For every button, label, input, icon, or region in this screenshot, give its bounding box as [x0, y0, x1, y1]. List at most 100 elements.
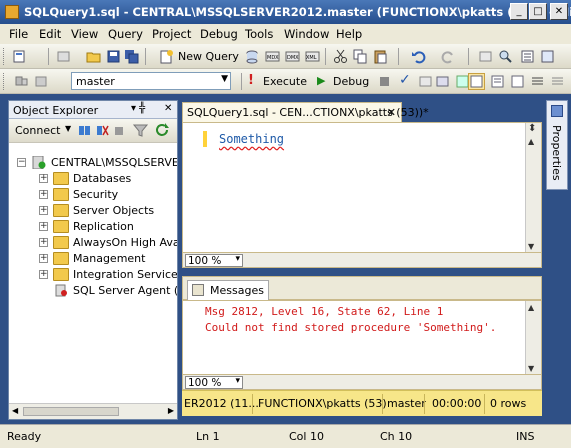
open-folder-icon[interactable]: [86, 49, 101, 64]
expand-toggle[interactable]: +: [39, 174, 48, 183]
collapse-toggle[interactable]: −: [17, 158, 26, 167]
execute-button[interactable]: Execute: [263, 75, 307, 88]
database-select-value: master: [76, 75, 115, 88]
messages-pane[interactable]: Msg 2812, Level 16, State 62, Line 1 Cou…: [182, 300, 542, 376]
mdx-query-icon[interactable]: MDX: [265, 49, 280, 64]
connect-icon[interactable]: [14, 74, 29, 89]
close-button[interactable]: ✕: [550, 3, 568, 20]
expand-toggle[interactable]: +: [39, 254, 48, 263]
tab-sqlquery1[interactable]: SQLQuery1.sql - CEN...CTIONX\pkatts (53)…: [182, 102, 429, 122]
minimize-button[interactable]: _: [510, 3, 528, 20]
find-icon[interactable]: [498, 49, 513, 64]
display-plan-icon[interactable]: [418, 74, 433, 89]
expand-toggle[interactable]: +: [39, 222, 48, 231]
messages-vertical-scrollbar[interactable]: ▲ ▼: [525, 301, 541, 375]
copy-icon[interactable]: [353, 49, 368, 64]
new-query-button[interactable]: New Query: [178, 50, 239, 63]
scroll-down-icon[interactable]: ▼: [528, 242, 534, 251]
debug-play-icon[interactable]: ▶: [317, 74, 325, 87]
properties-side-tab[interactable]: Properties: [546, 100, 568, 190]
object-explorer-icon[interactable]: [540, 49, 555, 64]
scroll-left-icon[interactable]: ◀: [12, 406, 18, 415]
expand-toggle[interactable]: +: [39, 206, 48, 215]
expand-toggle[interactable]: +: [39, 238, 48, 247]
new-query-icon[interactable]: [159, 49, 174, 64]
scroll-up-icon[interactable]: ▲: [528, 303, 534, 312]
dmx-query-icon[interactable]: DMX: [285, 49, 300, 64]
scroll-up-icon[interactable]: ▲: [528, 137, 534, 146]
scroll-down-icon[interactable]: ▼: [528, 364, 534, 373]
change-connection-icon[interactable]: [34, 74, 49, 89]
scrollbar-thumb[interactable]: [23, 407, 119, 416]
connect-server-icon[interactable]: [77, 123, 92, 138]
save-icon[interactable]: [106, 49, 121, 64]
panel-close-icon[interactable]: ✕: [164, 103, 172, 114]
menu-tools[interactable]: Tools: [245, 27, 273, 41]
chevron-down-icon[interactable]: ▼: [65, 124, 71, 133]
properties-window-icon[interactable]: [520, 49, 535, 64]
new-project-icon[interactable]: [12, 49, 27, 64]
menu-help[interactable]: Help: [336, 27, 362, 41]
navigate-back-icon[interactable]: [478, 49, 493, 64]
xmla-query-icon[interactable]: XML: [305, 49, 320, 64]
menu-window[interactable]: Window: [284, 27, 329, 41]
stop-icon[interactable]: [115, 127, 123, 135]
cut-icon[interactable]: [333, 49, 348, 64]
menu-file[interactable]: File: [9, 27, 28, 41]
editor-zoom-select[interactable]: 100 %: [185, 254, 243, 267]
execute-icon[interactable]: !: [248, 73, 254, 88]
filter-icon[interactable]: [133, 123, 148, 138]
debug-button[interactable]: Debug: [333, 75, 369, 88]
menu-query[interactable]: Query: [108, 27, 143, 41]
parse-check-icon[interactable]: ✓: [399, 72, 411, 88]
comment-icon[interactable]: [530, 74, 545, 89]
save-all-icon[interactable]: [124, 49, 139, 64]
tab-messages[interactable]: Messages: [187, 280, 269, 300]
uncomment-icon[interactable]: [550, 74, 565, 89]
tree-node-label: Management: [73, 252, 146, 265]
menu-view[interactable]: View: [71, 27, 98, 41]
status-divider: [484, 394, 485, 414]
folder-icon: [53, 172, 69, 185]
maximize-button[interactable]: □: [529, 3, 547, 20]
title-bar[interactable]: SQLQuery1.sql - CENTRAL\MSSQLSERVER2012.…: [0, 0, 571, 24]
paste-icon[interactable]: [373, 49, 388, 64]
status-divider: [252, 394, 253, 414]
document-tabs: SQLQuery1.sql - CEN...CTIONX\pkatts (53)…: [182, 100, 542, 122]
tab-close-icon[interactable]: ✕: [387, 106, 396, 119]
status-line: Ln 1: [196, 430, 220, 443]
object-explorer-header: Object Explorer ▾ ╬ ✕: [9, 101, 177, 119]
add-item-icon[interactable]: [56, 49, 71, 64]
code-text[interactable]: Something: [219, 132, 284, 146]
editor-vertical-scrollbar[interactable]: ⬍ ▲ ▼: [525, 123, 541, 253]
folder-icon: [53, 268, 69, 281]
disconnect-icon[interactable]: [95, 123, 110, 138]
properties-icon: [551, 105, 563, 117]
scroll-right-icon[interactable]: ▶: [168, 406, 174, 415]
menu-project[interactable]: Project: [152, 27, 191, 41]
undo-icon[interactable]: [411, 49, 426, 64]
database-engine-query-icon[interactable]: [245, 49, 260, 64]
expand-toggle[interactable]: +: [39, 270, 48, 279]
database-select[interactable]: master ▼: [71, 72, 231, 90]
redo-icon[interactable]: [441, 49, 456, 64]
cancel-query-icon[interactable]: [380, 77, 389, 86]
tree-node-label: Security: [73, 188, 119, 201]
code-editor[interactable]: Something ⬍ ▲ ▼: [182, 122, 542, 254]
results-zoom-bar: 100 %: [182, 374, 542, 390]
results-to-text-icon[interactable]: [490, 74, 505, 89]
results-to-file-icon[interactable]: [510, 74, 525, 89]
menu-edit[interactable]: Edit: [39, 27, 61, 41]
results-to-grid-icon[interactable]: [468, 73, 485, 90]
app-icon[interactable]: [5, 5, 19, 19]
split-handle-icon[interactable]: ⬍: [528, 123, 536, 134]
connect-button[interactable]: Connect: [15, 124, 60, 137]
menu-debug[interactable]: Debug: [200, 27, 238, 41]
results-zoom-select[interactable]: 100 %: [185, 376, 243, 389]
refresh-icon[interactable]: [155, 123, 170, 138]
panel-pin-icon[interactable]: ▾ ╬: [131, 103, 145, 114]
query-designer-icon[interactable]: [435, 74, 450, 89]
horizontal-scrollbar[interactable]: ◀ ▶: [9, 403, 177, 419]
expand-toggle[interactable]: +: [39, 190, 48, 199]
status-divider: [424, 394, 425, 414]
